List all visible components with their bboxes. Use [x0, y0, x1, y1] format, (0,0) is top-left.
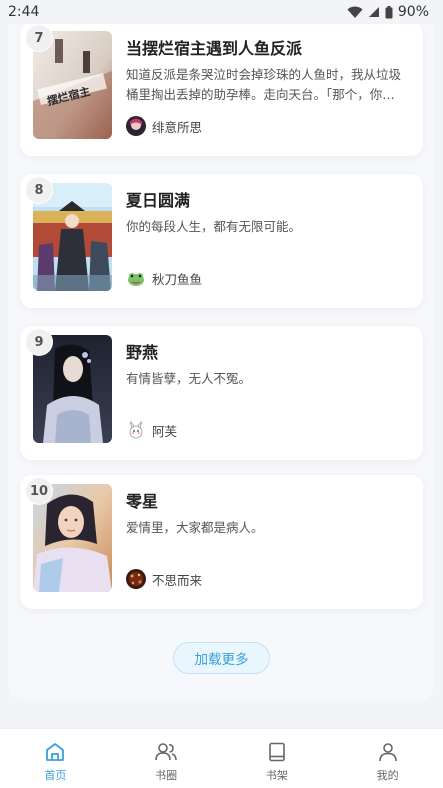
book-title[interactable]: 夏日圆满: [126, 187, 409, 211]
author-info[interactable]: 阿芙: [126, 420, 177, 440]
tab-bookshelf[interactable]: 书架: [222, 729, 333, 788]
author-name: 绯意所思: [152, 119, 203, 135]
book-card[interactable]: 9 野燕 有情皆孽，无人不冤。 阿芙: [20, 326, 423, 460]
status-bar: 2:44 90%: [0, 0, 443, 24]
author-avatar: [126, 116, 146, 136]
author-info[interactable]: 不思而来: [126, 569, 202, 589]
battery-level: 90%: [397, 4, 429, 20]
wifi-icon: [347, 6, 363, 18]
book-icon: [269, 742, 285, 762]
author-avatar: [126, 569, 146, 589]
author-info[interactable]: 秋刀鱼鱼: [126, 268, 202, 288]
book-title[interactable]: 零星: [126, 488, 409, 512]
tab-mine[interactable]: 我的: [332, 729, 443, 788]
people-icon: [155, 743, 177, 761]
author-name: 秋刀鱼鱼: [152, 271, 203, 287]
bottom-tab-bar: 首页 书圈 书架 我的: [0, 728, 443, 788]
person-icon: [378, 743, 397, 762]
tab-mine-label: 我的: [376, 769, 399, 782]
rank-badge: 10: [26, 478, 52, 504]
book-description: 知道反派是条哭泣时会掉珍珠的人鱼时，我从垃圾桶里掏出丢掉的助孕棒。走向天台。「那…: [126, 67, 402, 102]
load-more-button[interactable]: 加载更多: [173, 642, 270, 674]
rank-badge: 9: [26, 329, 52, 355]
author-name: 阿芙: [152, 423, 178, 439]
status-time: 2:44: [8, 4, 40, 20]
cell-signal-icon: [368, 7, 379, 17]
tab-home[interactable]: 首页: [0, 729, 111, 788]
book-description: 爱情里，大家都是病人。: [126, 520, 264, 535]
tab-bookshelf-label: 书架: [265, 769, 288, 782]
book-card[interactable]: 10 零星 爱情里，大家都是病人。 不思而来: [20, 475, 423, 609]
tab-home-label: 首页: [44, 769, 67, 782]
author-avatar: [126, 268, 146, 288]
rank-badge: 7: [26, 25, 52, 51]
tab-circle[interactable]: 书圈: [111, 729, 222, 788]
author-avatar: [126, 420, 146, 440]
home-icon: [46, 743, 65, 761]
book-card[interactable]: 8 夏日圆满 你的每段人生，都有无限可能。 秋刀鱼鱼: [20, 174, 423, 308]
book-card[interactable]: 摆烂宿主 7 当摆烂宿主遇到人鱼反派 知道反派是条哭泣时会掉珍珠的人鱼时，我从垃…: [20, 22, 423, 156]
book-title[interactable]: 野燕: [126, 339, 409, 363]
status-icons: 90%: [347, 4, 429, 20]
author-info[interactable]: 绯意所思: [126, 116, 202, 136]
battery-icon: [385, 5, 393, 18]
book-title[interactable]: 当摆烂宿主遇到人鱼反派: [126, 35, 409, 59]
tab-circle-label: 书圈: [155, 769, 178, 782]
author-name: 不思而来: [152, 572, 203, 588]
book-description: 有情皆孽，无人不冤。: [126, 371, 252, 386]
rank-badge: 8: [26, 177, 52, 203]
book-description: 你的每段人生，都有无限可能。: [126, 219, 302, 234]
